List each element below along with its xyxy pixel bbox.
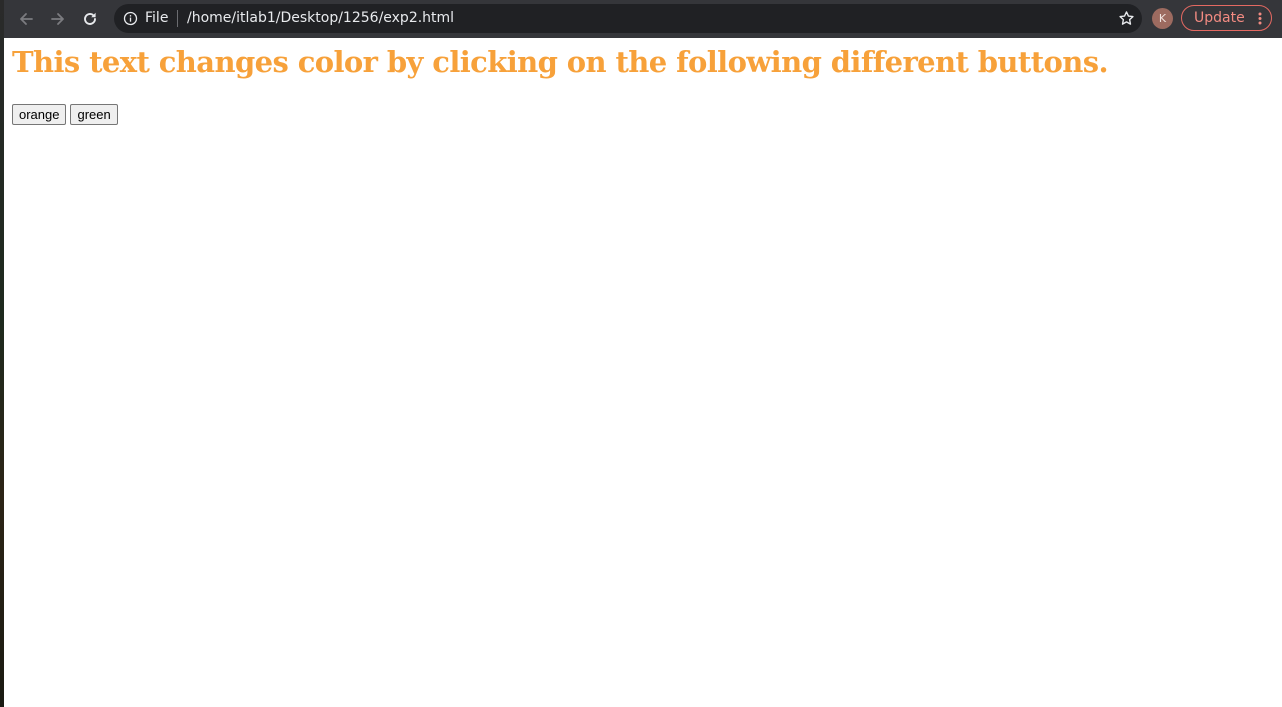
- back-button[interactable]: [14, 7, 38, 31]
- update-label: Update: [1194, 10, 1245, 26]
- forward-icon: [51, 13, 64, 25]
- browser-toolbar: File /home/itlab1/Desktop/1256/exp2.html…: [4, 0, 1282, 38]
- site-scheme-label: File: [145, 10, 169, 26]
- color-button-row: orange green: [12, 104, 118, 125]
- more-icon: [1258, 12, 1262, 25]
- page-heading: This text changes color by clicking on t…: [12, 45, 1109, 79]
- reload-icon: [84, 12, 96, 25]
- back-icon: [20, 13, 33, 25]
- info-icon[interactable]: [123, 11, 138, 26]
- reload-button[interactable]: [78, 7, 102, 31]
- star-icon[interactable]: [1118, 10, 1135, 27]
- green-button[interactable]: green: [70, 104, 118, 125]
- page-content: This text changes color by clicking on t…: [4, 38, 1282, 707]
- address-divider: [177, 10, 178, 27]
- profile-avatar[interactable]: K: [1152, 8, 1173, 29]
- address-bar[interactable]: File /home/itlab1/Desktop/1256/exp2.html: [114, 4, 1142, 33]
- orange-button[interactable]: orange: [12, 104, 67, 125]
- url-text[interactable]: /home/itlab1/Desktop/1256/exp2.html: [187, 10, 454, 26]
- update-button[interactable]: Update: [1181, 5, 1272, 31]
- forward-button[interactable]: [46, 7, 70, 31]
